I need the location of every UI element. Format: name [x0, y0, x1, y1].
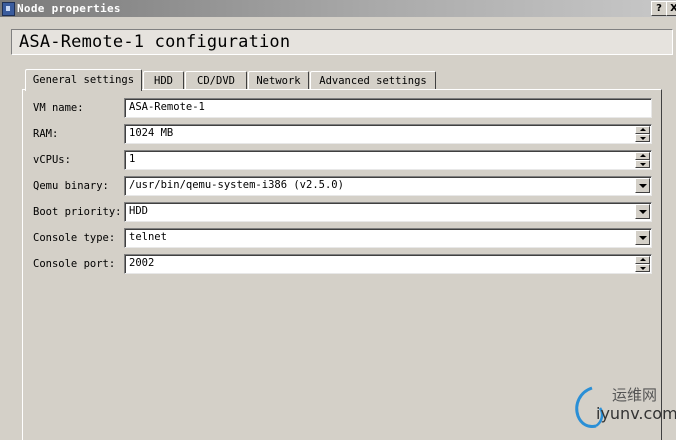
console-type-label: Console type:	[33, 232, 116, 244]
window-titlebar: Node properties ? X	[0, 0, 676, 17]
ram-label: RAM:	[33, 128, 59, 140]
ram-value: 1024 MB	[129, 127, 174, 139]
boot-priority-select[interactable]: HDD	[124, 202, 652, 222]
help-button[interactable]: ?	[651, 1, 667, 16]
header-box: ASA-Remote-1 configuration	[11, 29, 673, 55]
ram-spinbox[interactable]: 1024 MB	[124, 124, 652, 144]
close-button[interactable]: X	[666, 1, 676, 16]
qemu-binary-select[interactable]: /usr/bin/qemu-system-i386 (v2.5.0)	[124, 176, 652, 196]
tab-network[interactable]: Network	[248, 71, 309, 90]
spin-up-icon[interactable]	[635, 126, 650, 134]
spin-down-icon[interactable]	[635, 134, 650, 142]
vcpus-value: 1	[129, 153, 136, 165]
ram-spinner[interactable]	[635, 126, 650, 142]
spin-up-icon[interactable]	[635, 256, 650, 264]
vm-name-input[interactable]: ASA-Remote-1	[124, 98, 652, 118]
page-title: ASA-Remote-1 configuration	[19, 32, 291, 52]
console-type-value: telnet	[129, 231, 167, 243]
vcpus-spinbox[interactable]: 1	[124, 150, 652, 170]
spin-up-icon[interactable]	[635, 152, 650, 160]
tab-hdd[interactable]: HDD	[143, 71, 184, 90]
chevron-down-icon[interactable]	[635, 230, 650, 245]
spin-down-icon[interactable]	[635, 160, 650, 168]
qemu-binary-label: Qemu binary:	[33, 180, 109, 192]
qemu-binary-value: /usr/bin/qemu-system-i386 (v2.5.0)	[129, 179, 344, 191]
boot-priority-label: Boot priority:	[33, 206, 122, 218]
console-type-select[interactable]: telnet	[124, 228, 652, 248]
console-port-spinbox[interactable]: 2002	[124, 254, 652, 274]
vcpus-spinner[interactable]	[635, 152, 650, 168]
vcpus-label: vCPUs:	[33, 154, 71, 166]
console-port-label: Console port:	[33, 258, 116, 270]
vm-name-label: VM name:	[33, 102, 84, 114]
spin-down-icon[interactable]	[635, 264, 650, 272]
chevron-down-icon[interactable]	[635, 204, 650, 219]
chevron-down-icon[interactable]	[635, 178, 650, 193]
tab-advanced-settings[interactable]: Advanced settings	[310, 71, 436, 90]
window-title: Node properties	[17, 2, 121, 15]
console-port-value: 2002	[129, 257, 155, 269]
vm-name-value: ASA-Remote-1	[129, 101, 205, 113]
tab-general-settings[interactable]: General settings	[25, 69, 142, 91]
tab-cd-dvd[interactable]: CD/DVD	[185, 71, 247, 90]
console-port-spinner[interactable]	[635, 256, 650, 272]
boot-priority-value: HDD	[129, 205, 148, 217]
app-icon	[2, 2, 15, 16]
